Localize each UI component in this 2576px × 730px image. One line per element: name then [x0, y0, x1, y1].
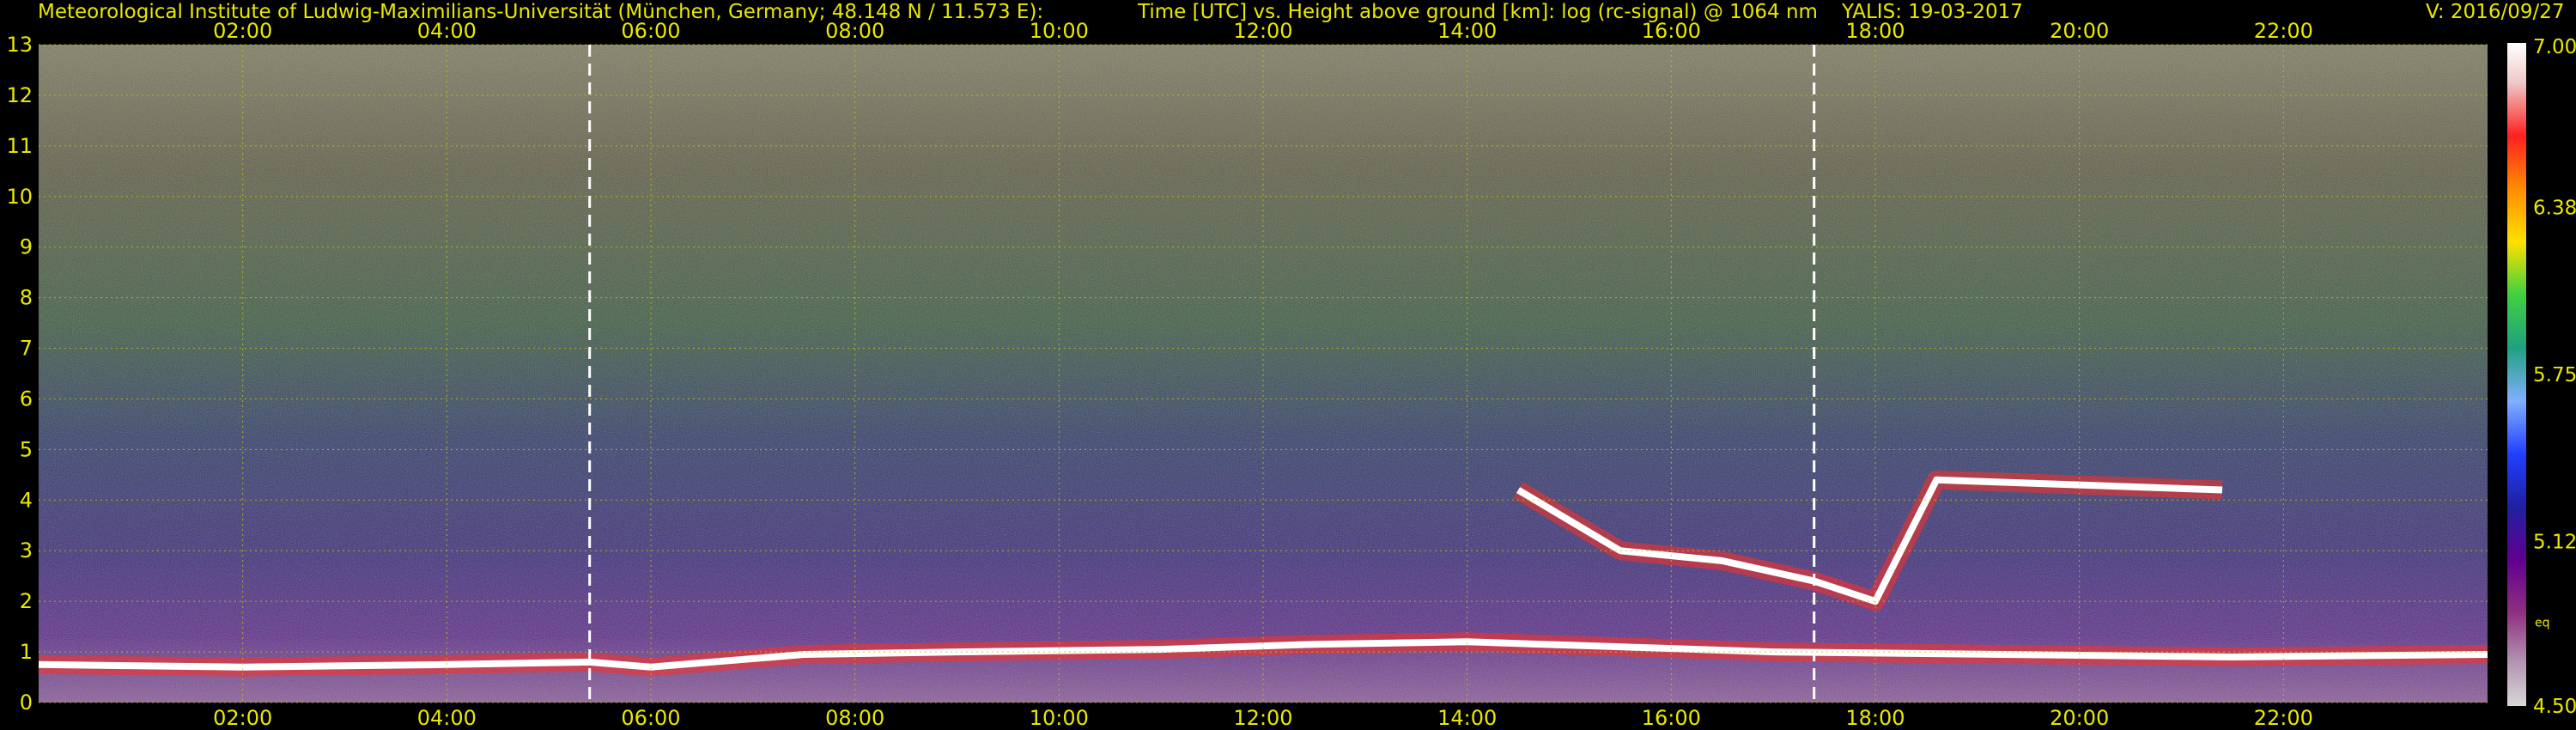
- x-axis-top: 02:00 04:00 06:00 08:00 10:00 12:00 14:00 16:00…: [213, 19, 2313, 43]
- colorbar-tick-label: 5.12: [2533, 532, 2576, 554]
- x-tick-bottom-label: 14:00: [1437, 706, 1497, 730]
- y-tick-label: 13: [6, 33, 33, 57]
- x-tick-top-label: 18:00: [1845, 19, 1905, 43]
- x-tick-bottom-label: 06:00: [621, 706, 680, 730]
- y-tick-label: 5: [20, 437, 33, 461]
- x-tick-top-label: 14:00: [1437, 19, 1497, 43]
- y-tick-label: 1: [20, 640, 33, 664]
- x-tick-bottom-label: 18:00: [1845, 706, 1905, 730]
- y-tick-label: 6: [20, 386, 33, 411]
- y-tick-label: 10: [6, 185, 33, 209]
- x-tick-top-label: 02:00: [213, 19, 272, 43]
- colorbar-extra-label: eq: [2535, 616, 2550, 630]
- colorbar: 7.00 6.38 5.75 5.12 4.50 eq: [2507, 36, 2576, 718]
- x-tick-bottom-label: 12:00: [1233, 706, 1292, 730]
- colorbar-tick-label: 6.38: [2533, 197, 2576, 219]
- x-tick-bottom-label: 02:00: [213, 706, 272, 730]
- x-tick-top-label: 08:00: [825, 19, 884, 43]
- x-tick-bottom-label: 22:00: [2254, 706, 2313, 730]
- colorbar-tick-label: 7.00: [2533, 36, 2576, 58]
- y-tick-label: 4: [20, 488, 33, 512]
- x-tick-bottom-label: 10:00: [1030, 706, 1089, 730]
- x-tick-top-label: 12:00: [1233, 19, 1292, 43]
- x-axis-bottom: 02:00 04:00 06:00 08:00 10:00 12:00 14:00 16:00…: [213, 706, 2313, 730]
- x-tick-bottom-label: 20:00: [2050, 706, 2109, 730]
- x-tick-top-label: 06:00: [621, 19, 680, 43]
- x-tick-bottom-label: 08:00: [825, 706, 884, 730]
- x-tick-top-label: 22:00: [2254, 19, 2313, 43]
- y-tick-label: 11: [6, 134, 33, 158]
- x-tick-top-label: 10:00: [1030, 19, 1089, 43]
- y-tick-label: 12: [6, 83, 33, 107]
- y-tick-label: 0: [20, 690, 33, 715]
- y-tick-label: 2: [20, 589, 33, 613]
- colorbar-tick-label: 5.75: [2533, 364, 2576, 386]
- y-tick-label: 7: [20, 337, 33, 361]
- y-tick-label: 8: [20, 286, 33, 310]
- colorbar-tick-label: 4.50: [2533, 696, 2576, 718]
- colorbar-gradient: [2507, 43, 2526, 706]
- x-tick-top-label: 16:00: [1642, 19, 1701, 43]
- y-axis: 012345678910111213: [6, 33, 33, 715]
- x-tick-top-label: 20:00: [2050, 19, 2109, 43]
- plot-area: [38, 44, 2488, 703]
- x-tick-bottom-label: 16:00: [1642, 706, 1701, 730]
- x-tick-top-label: 04:00: [417, 19, 477, 43]
- x-tick-bottom-label: 04:00: [417, 706, 477, 730]
- lidar-chart: 02:00 04:00 06:00 08:00 10:00 12:00 14:00 16:00…: [6, 19, 2576, 730]
- y-tick-label: 9: [20, 235, 33, 259]
- y-tick-label: 3: [20, 538, 33, 563]
